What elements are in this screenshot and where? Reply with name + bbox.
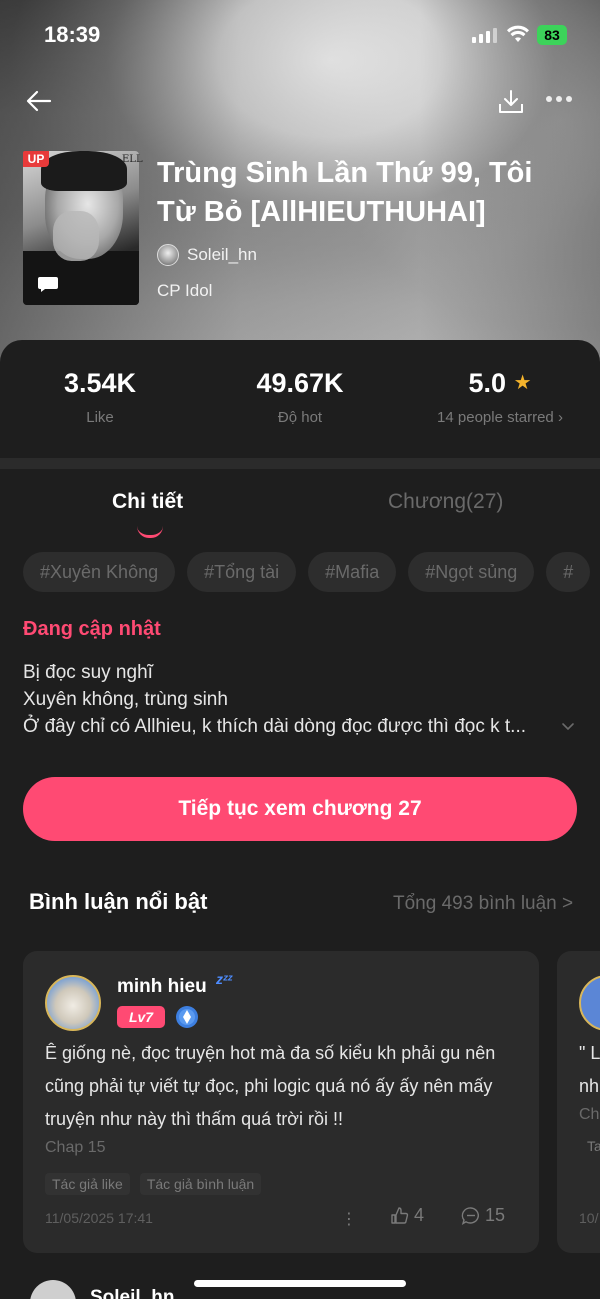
tab-chapters[interactable]: Chương(27) <box>388 490 503 514</box>
tag-chip[interactable]: #Ngọt sủng <box>408 552 535 592</box>
tag-chip[interactable]: #Xuyên Không <box>23 552 176 592</box>
section-divider <box>0 458 600 469</box>
author-avatar <box>157 244 179 266</box>
tab-detail[interactable]: Chi tiết <box>112 490 183 514</box>
description-line: Ở đây chỉ có Allhieu, k thích dài dòng đ… <box>23 716 527 737</box>
status-bar: 18:39 83 <box>0 0 600 72</box>
tag-list: #Xuyên Không #Tổng tài #Mafia #Ngọt sủng… <box>23 552 600 592</box>
description: Bị đọc suy nghĩ Xuyên không, trùng sinh … <box>23 659 553 740</box>
description-line: Bị đọc suy nghĩ <box>23 662 153 683</box>
author-name: Soleil_hn <box>187 245 257 264</box>
star-icon: ★ <box>513 372 532 394</box>
level-badge: Lv7 <box>117 1006 165 1028</box>
avatar[interactable] <box>45 975 101 1031</box>
avatar[interactable] <box>579 975 600 1031</box>
download-icon[interactable] <box>497 88 525 116</box>
update-badge: UP <box>23 151 49 167</box>
stats-row: 3.54K Like 49.67K Độ hot 5.0 ★ 14 people… <box>0 340 600 458</box>
comment-text-line: " L <box>579 1043 600 1063</box>
continue-reading-button[interactable]: Tiếp tục xem chương 27 <box>23 777 577 841</box>
comment-like-count: 4 <box>414 1205 425 1225</box>
stat-hot-label: Độ hot <box>277 409 323 426</box>
stat-rating[interactable]: 5.0 ★ 14 people starred › <box>420 368 580 426</box>
author-liked-tag: Tác giả like <box>45 1173 130 1195</box>
more-options-icon[interactable] <box>546 96 572 102</box>
comment-text-line: nh <box>579 1076 600 1096</box>
comment-text: " L nh <box>579 1037 600 1103</box>
tag-chip[interactable]: #Mafia <box>308 552 397 592</box>
home-indicator[interactable] <box>194 1280 406 1287</box>
next-comment-preview[interactable]: Soleil_hn <box>30 1280 174 1299</box>
avatar[interactable] <box>30 1280 76 1299</box>
tab-bar: Chi tiết Chương(27) <box>0 482 600 542</box>
chat-bubble-icon <box>38 277 58 292</box>
book-title: Trùng Sinh Lần Thứ 99, Tôi Từ Bỏ [AllHIE… <box>157 157 533 228</box>
description-line: Xuyên không, trùng sinh <box>23 689 228 710</box>
comments-heading: Bình luận nổi bật <box>29 889 208 914</box>
stat-likes-label: Like <box>86 409 114 426</box>
tag-chip[interactable]: # <box>546 552 591 592</box>
comment-reply-count: 15 <box>485 1205 506 1225</box>
back-arrow-icon[interactable] <box>24 86 54 116</box>
update-status: Đang cập nhật <box>23 618 161 640</box>
chevron-down-icon[interactable] <box>560 718 576 734</box>
comment-more-icon[interactable]: ⋮ <box>341 1209 357 1229</box>
diamond-badge-icon <box>176 1006 198 1028</box>
status-time: 18:39 <box>44 22 101 47</box>
stat-rating-value: 5.0 ★ <box>468 368 532 398</box>
comment-text: Ê giống nè, đọc truyện hot mà đa số kiểu… <box>45 1043 496 1129</box>
stat-likes-value: 3.54K <box>63 368 137 398</box>
cover-watermark: ELL <box>122 154 143 165</box>
stat-likes: 3.54K Like <box>40 368 160 426</box>
comment-chapter[interactable]: Chap 15 <box>45 1139 106 1157</box>
comment-date: 11/05/2025 17:41 <box>45 1210 153 1226</box>
reply-bubble-icon <box>461 1206 479 1225</box>
tag-chip[interactable]: #Tổng tài <box>187 552 297 592</box>
comment-username[interactable]: minh hieu <box>117 976 207 998</box>
content-panel: 3.54K Like 49.67K Độ hot 5.0 ★ 14 people… <box>0 340 600 1299</box>
author-row[interactable]: Soleil_hn <box>157 244 257 266</box>
book-category: CP Idol <box>157 281 213 300</box>
comment-date: 10/ <box>579 1210 599 1226</box>
comment-username[interactable]: Soleil_hn <box>90 1287 174 1299</box>
stat-hot: 49.67K Độ hot <box>230 368 370 426</box>
author-commented-tag: Tác giả bình luận <box>139 1173 262 1195</box>
comment-reply-button[interactable]: 15 <box>461 1205 505 1226</box>
stat-rating-label: 14 people starred › <box>437 409 563 426</box>
stat-hot-value: 49.67K <box>256 368 344 398</box>
sleep-icon: zᶻᶻ <box>216 971 233 987</box>
comment-chapter: Ch <box>579 1106 600 1123</box>
comments-total-link[interactable]: Tổng 493 bình luận > <box>393 893 573 915</box>
thumbs-up-icon <box>391 1206 409 1224</box>
battery-icon: 83 <box>537 25 567 45</box>
tab-active-indicator <box>137 526 163 538</box>
signal-icon <box>472 28 497 43</box>
wifi-icon <box>507 25 529 42</box>
comment-like-button[interactable]: 4 <box>390 1205 424 1226</box>
comment-card[interactable]: " L nh Ch Ta 10/ <box>557 951 600 1253</box>
comment-tags: Tác giả like Tác giả bình luận <box>45 1173 262 1195</box>
comment-tag: Ta <box>587 1138 600 1154</box>
comment-card[interactable]: minh hieu zᶻᶻ Lv7 Ê giống nè, đọc truyện… <box>23 951 539 1253</box>
